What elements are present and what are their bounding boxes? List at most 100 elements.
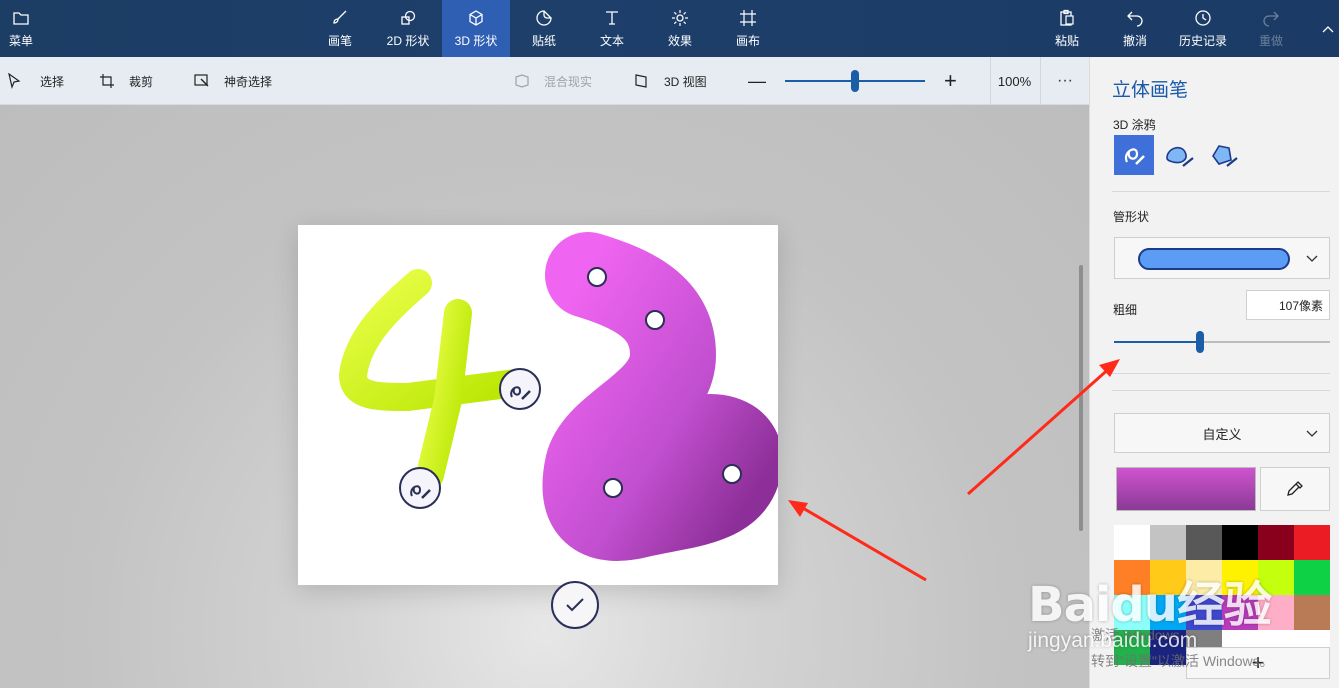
palette-color-swatch[interactable] <box>1186 595 1222 630</box>
drawing-canvas[interactable] <box>298 225 783 585</box>
palette-color-swatch[interactable] <box>1258 595 1294 630</box>
tube-shape-label: 管形状 <box>1113 210 1150 224</box>
menu-button[interactable]: 菜单 <box>0 0 42 57</box>
folder-icon <box>13 11 29 25</box>
confirm-button[interactable] <box>551 581 599 629</box>
thickness-input[interactable]: 107像素 <box>1246 290 1330 320</box>
tab-stickers[interactable]: 贴纸 <box>518 0 570 57</box>
magic-select-tool[interactable]: 神奇选择 <box>194 57 272 105</box>
palette-color-swatch[interactable] <box>1258 560 1294 595</box>
redo-icon <box>1263 11 1279 27</box>
tab-effects-label: 效果 <box>667 33 692 48</box>
yellow-four-stroke[interactable] <box>339 269 530 489</box>
history-button[interactable]: 历史记录 <box>1172 0 1234 57</box>
crop-tool[interactable]: 裁剪 <box>99 57 153 105</box>
tube-shape-dropdown[interactable] <box>1114 237 1330 279</box>
menu-label: 菜单 <box>8 33 33 48</box>
palette-color-swatch[interactable] <box>1150 630 1186 665</box>
select-tool[interactable]: 选择 <box>6 57 64 105</box>
palette-color-swatch[interactable] <box>1114 630 1150 665</box>
palette-color-swatch[interactable] <box>1294 595 1330 630</box>
effects-icon <box>672 9 688 26</box>
zoom-percentage[interactable]: 100% <box>990 57 1038 105</box>
panel-title: 立体画笔 <box>1112 80 1189 101</box>
eyedropper-button[interactable] <box>1260 467 1330 511</box>
plus-icon: + <box>944 68 957 93</box>
palette-color-swatch[interactable] <box>1114 560 1150 595</box>
vertical-scrollbar[interactable] <box>1079 265 1083 531</box>
canvas-icon <box>740 9 756 26</box>
collapse-ribbon-icon[interactable] <box>1321 22 1335 36</box>
palette-color-swatch[interactable] <box>1294 560 1330 595</box>
palette-color-swatch[interactable] <box>1186 525 1222 560</box>
zoom-in-button[interactable]: + <box>944 57 957 105</box>
color-mode-label: 自定义 <box>1202 426 1242 442</box>
soft-doodle-icon <box>1166 146 1194 167</box>
secondary-toolbar: 选择 裁剪 神奇选择 混合现实 3D 视图 — + 100% ··· <box>0 57 1089 105</box>
tab-brush[interactable]: 画笔 <box>313 0 367 57</box>
palette-color-swatch[interactable] <box>1114 595 1150 630</box>
sticker-icon <box>536 9 552 26</box>
palette-color-swatch[interactable] <box>1150 560 1186 595</box>
panel-divider <box>1112 191 1330 192</box>
soft-edge-doodle-button[interactable] <box>1160 135 1200 175</box>
chevron-down-icon <box>1306 430 1318 437</box>
panel-divider <box>1112 373 1330 374</box>
palette-color-swatch[interactable] <box>1258 525 1294 560</box>
history-icon <box>1195 9 1211 26</box>
edit-handle-icon[interactable] <box>499 368 541 410</box>
zoom-slider-thumb[interactable] <box>851 70 859 92</box>
chevron-down-icon <box>1306 255 1318 262</box>
palette-color-swatch[interactable] <box>1222 525 1258 560</box>
palette-color-swatch[interactable] <box>1294 525 1330 560</box>
palette-color-swatch[interactable] <box>1222 595 1258 630</box>
tube-doodle-button[interactable] <box>1114 135 1154 175</box>
crop-icon <box>100 74 114 88</box>
3d-brush-panel: 立体画笔 3D 涂鸦 管形状 粗细 107像素 自定义 + <box>1089 57 1339 688</box>
redo-button[interactable]: 重做 <box>1246 0 1296 57</box>
palette-color-swatch[interactable] <box>1222 560 1258 595</box>
tab-text[interactable]: 文本 <box>586 0 638 57</box>
paste-button[interactable]: 粘贴 <box>1042 0 1092 57</box>
tab-text-label: 文本 <box>599 33 624 48</box>
eyedropper-icon <box>1287 481 1303 496</box>
mixed-reality-button[interactable]: 混合现实 <box>514 57 592 105</box>
top-ribbon: 菜单 画笔 2D 形状 3D 形状 贴纸 文本 效果 画布 粘贴 撤消 历史记录 <box>0 0 1339 57</box>
zoom-out-button[interactable]: — <box>748 57 766 105</box>
tab-2d-shapes-label: 2D 形状 <box>386 33 430 48</box>
sharp-edge-doodle-button[interactable] <box>1204 135 1244 175</box>
palette-color-swatch[interactable] <box>1186 560 1222 595</box>
tab-2d-shapes[interactable]: 2D 形状 <box>376 0 440 57</box>
paste-icon <box>1060 9 1074 26</box>
brush-icon <box>333 10 347 24</box>
thickness-label: 粗细 <box>1113 303 1138 317</box>
undo-button[interactable]: 撤消 <box>1110 0 1160 57</box>
2d-shape-icon <box>401 10 416 25</box>
workspace <box>0 105 1089 688</box>
magic-select-label: 神奇选择 <box>224 74 273 89</box>
thickness-slider-thumb[interactable] <box>1196 331 1204 353</box>
paste-label: 粘贴 <box>1054 33 1079 48</box>
color-mode-dropdown[interactable]: 自定义 <box>1114 413 1330 453</box>
cursor-icon <box>8 73 21 89</box>
magic-select-icon <box>194 74 209 87</box>
undo-icon <box>1127 11 1143 27</box>
tab-canvas[interactable]: 画布 <box>722 0 774 57</box>
3d-view-button[interactable]: 3D 视图 <box>634 57 707 105</box>
tab-effects[interactable]: 效果 <box>654 0 706 57</box>
history-label: 历史记录 <box>1178 33 1227 48</box>
tab-canvas-label: 画布 <box>735 33 760 48</box>
palette-color-swatch[interactable] <box>1114 525 1150 560</box>
palette-color-swatch[interactable] <box>1150 525 1186 560</box>
doodle-label: 3D 涂鸦 <box>1113 118 1156 132</box>
tab-brush-label: 画笔 <box>327 33 352 48</box>
edit-handle-icon[interactable] <box>399 467 441 509</box>
undo-label: 撤消 <box>1122 33 1147 48</box>
palette-color-swatch[interactable] <box>1150 595 1186 630</box>
3d-doodle-drawing[interactable] <box>298 225 783 585</box>
tab-3d-shapes[interactable]: 3D 形状 <box>442 0 510 57</box>
tab-stickers-label: 贴纸 <box>531 33 556 48</box>
add-color-button[interactable]: + <box>1186 647 1330 679</box>
current-color-swatch[interactable] <box>1116 467 1256 511</box>
more-options-button[interactable]: ··· <box>1040 57 1089 105</box>
